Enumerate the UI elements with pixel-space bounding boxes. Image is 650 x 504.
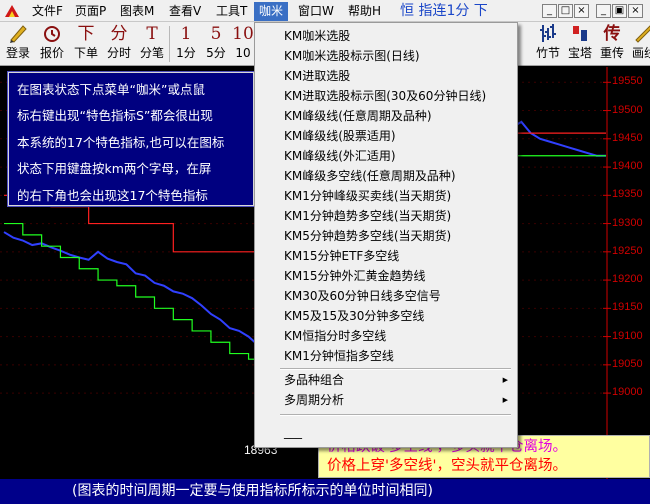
price-tick-label: 19350 xyxy=(612,188,643,201)
menu-tools[interactable]: 工具T xyxy=(214,3,249,20)
info-line: 在图表状态下点菜单“咖米”或点鼠 xyxy=(17,82,205,97)
menu-item-blank[interactable]: ___ xyxy=(258,423,514,442)
period-5-button[interactable]: 5 5分 xyxy=(202,22,230,65)
menu-item-km-aggressive[interactable]: KM进取选股 xyxy=(258,67,514,86)
minute-button[interactable]: 分 分时 xyxy=(103,22,135,65)
menu-separator xyxy=(280,368,511,370)
quote-icon xyxy=(44,26,60,42)
menu-window[interactable]: 窗口W xyxy=(296,3,336,20)
menu-item-km-peak-longshort[interactable]: KM峰级多空线(任意周期及品种) xyxy=(258,167,514,186)
child-minimize-button[interactable]: _ xyxy=(596,4,611,18)
bamboo-icon xyxy=(540,24,556,42)
retransmit-button[interactable]: 传 重传 xyxy=(597,22,627,65)
price-tick-label: 19150 xyxy=(612,301,643,314)
menu-item-km-1min-trend[interactable]: KM1分钟趋势多空线(当天期货) xyxy=(258,207,514,226)
info-box: 在图表状态下点菜单“咖米”或点鼠 标右键出现“特色指标S”都会很出现 本系统的1… xyxy=(7,71,255,207)
minute-icon: 分 xyxy=(110,24,128,44)
menu-file[interactable]: 文件F xyxy=(30,3,65,20)
retransmit-label: 重传 xyxy=(599,46,624,60)
menu-item-km-30-60-signal[interactable]: KM30及60分钟日线多空信号 xyxy=(258,287,514,306)
menu-page[interactable]: 页面P xyxy=(73,3,108,20)
menu-item-km-5-15-30[interactable]: KM5及15及30分钟多空线 xyxy=(258,307,514,326)
menu-separator xyxy=(280,414,511,416)
kami-dropdown-menu: KM咖米选股 KM咖米选股标示图(日线) KM进取选股 KM进取选股标示图(30… xyxy=(254,22,518,448)
menu-item-km-1min-buysell[interactable]: KM1分钟峰级买卖线(当天期货) xyxy=(258,187,514,206)
menu-item-km-hsi-intraday[interactable]: KM恒指分时多空线 xyxy=(258,327,514,346)
menu-item-km-peak-any[interactable]: KM峰级线(任意周期及品种) xyxy=(258,107,514,126)
bamboo-label: 竹节 xyxy=(535,46,560,60)
period-10-button[interactable]: 10 10 xyxy=(232,22,254,65)
info-line: 状态下用键盘按km两个字母，在屏 xyxy=(17,161,212,177)
info-line: 的右下角也会出现这17个特色指标 xyxy=(17,187,208,203)
period-5-label: 5分 xyxy=(206,46,226,60)
instrument-title: 恒 指连1分 下 xyxy=(400,3,488,19)
close-button[interactable]: × xyxy=(574,4,589,18)
maximize-button[interactable]: □ xyxy=(558,4,573,18)
menu-kami[interactable]: 咖米 xyxy=(254,2,289,21)
minute-label: 分时 xyxy=(106,46,131,60)
menu-item-km-peak-stock[interactable]: KM峰级线(股票适用) xyxy=(258,127,514,146)
order-icon: 下 xyxy=(77,24,95,44)
bamboo-button[interactable]: 竹节 xyxy=(533,22,563,65)
price-tick-label: 19500 xyxy=(612,103,643,116)
price-tick-label: 19200 xyxy=(612,273,643,286)
menu-item-km-15min-gold[interactable]: KM15分钟外汇黄金趋势线 xyxy=(258,267,514,286)
login-button[interactable]: 登录 xyxy=(2,22,34,65)
price-tick-label: 19300 xyxy=(612,216,643,229)
chuan-icon: 传 xyxy=(603,24,621,44)
menu-item-km-5min-trend[interactable]: KM5分钟趋势多空线(当天期货) xyxy=(258,227,514,246)
tick-label: 分笔 xyxy=(139,46,164,60)
quote-button[interactable]: 报价 xyxy=(36,22,68,65)
menu-item-km-select[interactable]: KM咖米选股 xyxy=(258,27,514,46)
info-line: 标右键出现“特色指标S”都会很出现 xyxy=(17,108,213,124)
order-label: 下单 xyxy=(73,46,98,60)
login-label: 登录 xyxy=(5,46,30,60)
price-tick-label: 19550 xyxy=(612,75,643,88)
menu-item-km-15min-etf[interactable]: KM15分钟ETF多空线 xyxy=(258,247,514,266)
period-10-label: 10 xyxy=(235,46,251,60)
tick-icon: T xyxy=(146,24,158,44)
period-10-icon: 10 xyxy=(232,24,254,44)
draw-icon xyxy=(635,25,650,43)
menu-item-multi-product[interactable]: 多品种组合 xyxy=(258,371,514,390)
minimize-button[interactable]: _ xyxy=(542,4,557,18)
period-1-icon: 1 xyxy=(180,24,192,44)
order-button[interactable]: 下 下单 xyxy=(70,22,102,65)
tick-button[interactable]: T 分笔 xyxy=(136,22,168,65)
price-tick-label: 19450 xyxy=(612,131,643,144)
period-1-button[interactable]: 1 1分 xyxy=(172,22,200,65)
note-short-exit: 价格上穿'多空线'，空头就平仓离场。 xyxy=(327,458,567,474)
tower-icon xyxy=(573,26,587,41)
menu-bar: 文件F 页面P 图表M 查看V 工具T 咖米 窗口W 帮助H 恒 指连1分 下 … xyxy=(0,0,650,22)
price-tick-label: 19250 xyxy=(612,244,643,257)
info-line: 本系统的17个特色指标,也可以在图标 xyxy=(17,134,225,150)
toolbar-separator xyxy=(169,26,170,62)
tower-label: 宝塔 xyxy=(567,46,592,60)
tower-button[interactable]: 宝塔 xyxy=(565,22,595,65)
price-tick-label: 19000 xyxy=(612,386,643,399)
app-logo-icon xyxy=(5,5,19,17)
child-close-button[interactable]: × xyxy=(628,4,643,18)
price-tick-label: 19100 xyxy=(612,329,643,342)
login-icon xyxy=(10,25,27,43)
period-5-icon: 5 xyxy=(210,24,222,44)
price-tick-label: 19400 xyxy=(612,160,643,173)
child-restore-button[interactable]: ▣ xyxy=(612,4,627,18)
menu-item-km-select-daily[interactable]: KM咖米选股标示图(日线) xyxy=(258,47,514,66)
menu-item-km-aggressive-chart[interactable]: KM进取选股标示图(30及60分钟日线) xyxy=(258,87,514,106)
period-1-label: 1分 xyxy=(176,46,196,60)
menu-item-km-1min-hsi[interactable]: KM1分钟恒指多空线 xyxy=(258,347,514,366)
menu-chart[interactable]: 图表M xyxy=(118,3,156,20)
draw-button[interactable]: 画线 xyxy=(629,22,650,65)
menu-view[interactable]: 查看V xyxy=(167,3,203,20)
price-tick-label: 19050 xyxy=(612,357,643,370)
menu-help[interactable]: 帮助H xyxy=(346,3,383,20)
quote-label: 报价 xyxy=(39,46,64,60)
draw-label: 画线 xyxy=(631,46,650,60)
menu-item-km-peak-forex[interactable]: KM峰级线(外汇适用) xyxy=(258,147,514,166)
menu-item-multi-period[interactable]: 多周期分析 xyxy=(258,391,514,410)
status-bar: (图表的时间周期一定要与使用指标所标示的单位时间相同) xyxy=(0,479,650,504)
